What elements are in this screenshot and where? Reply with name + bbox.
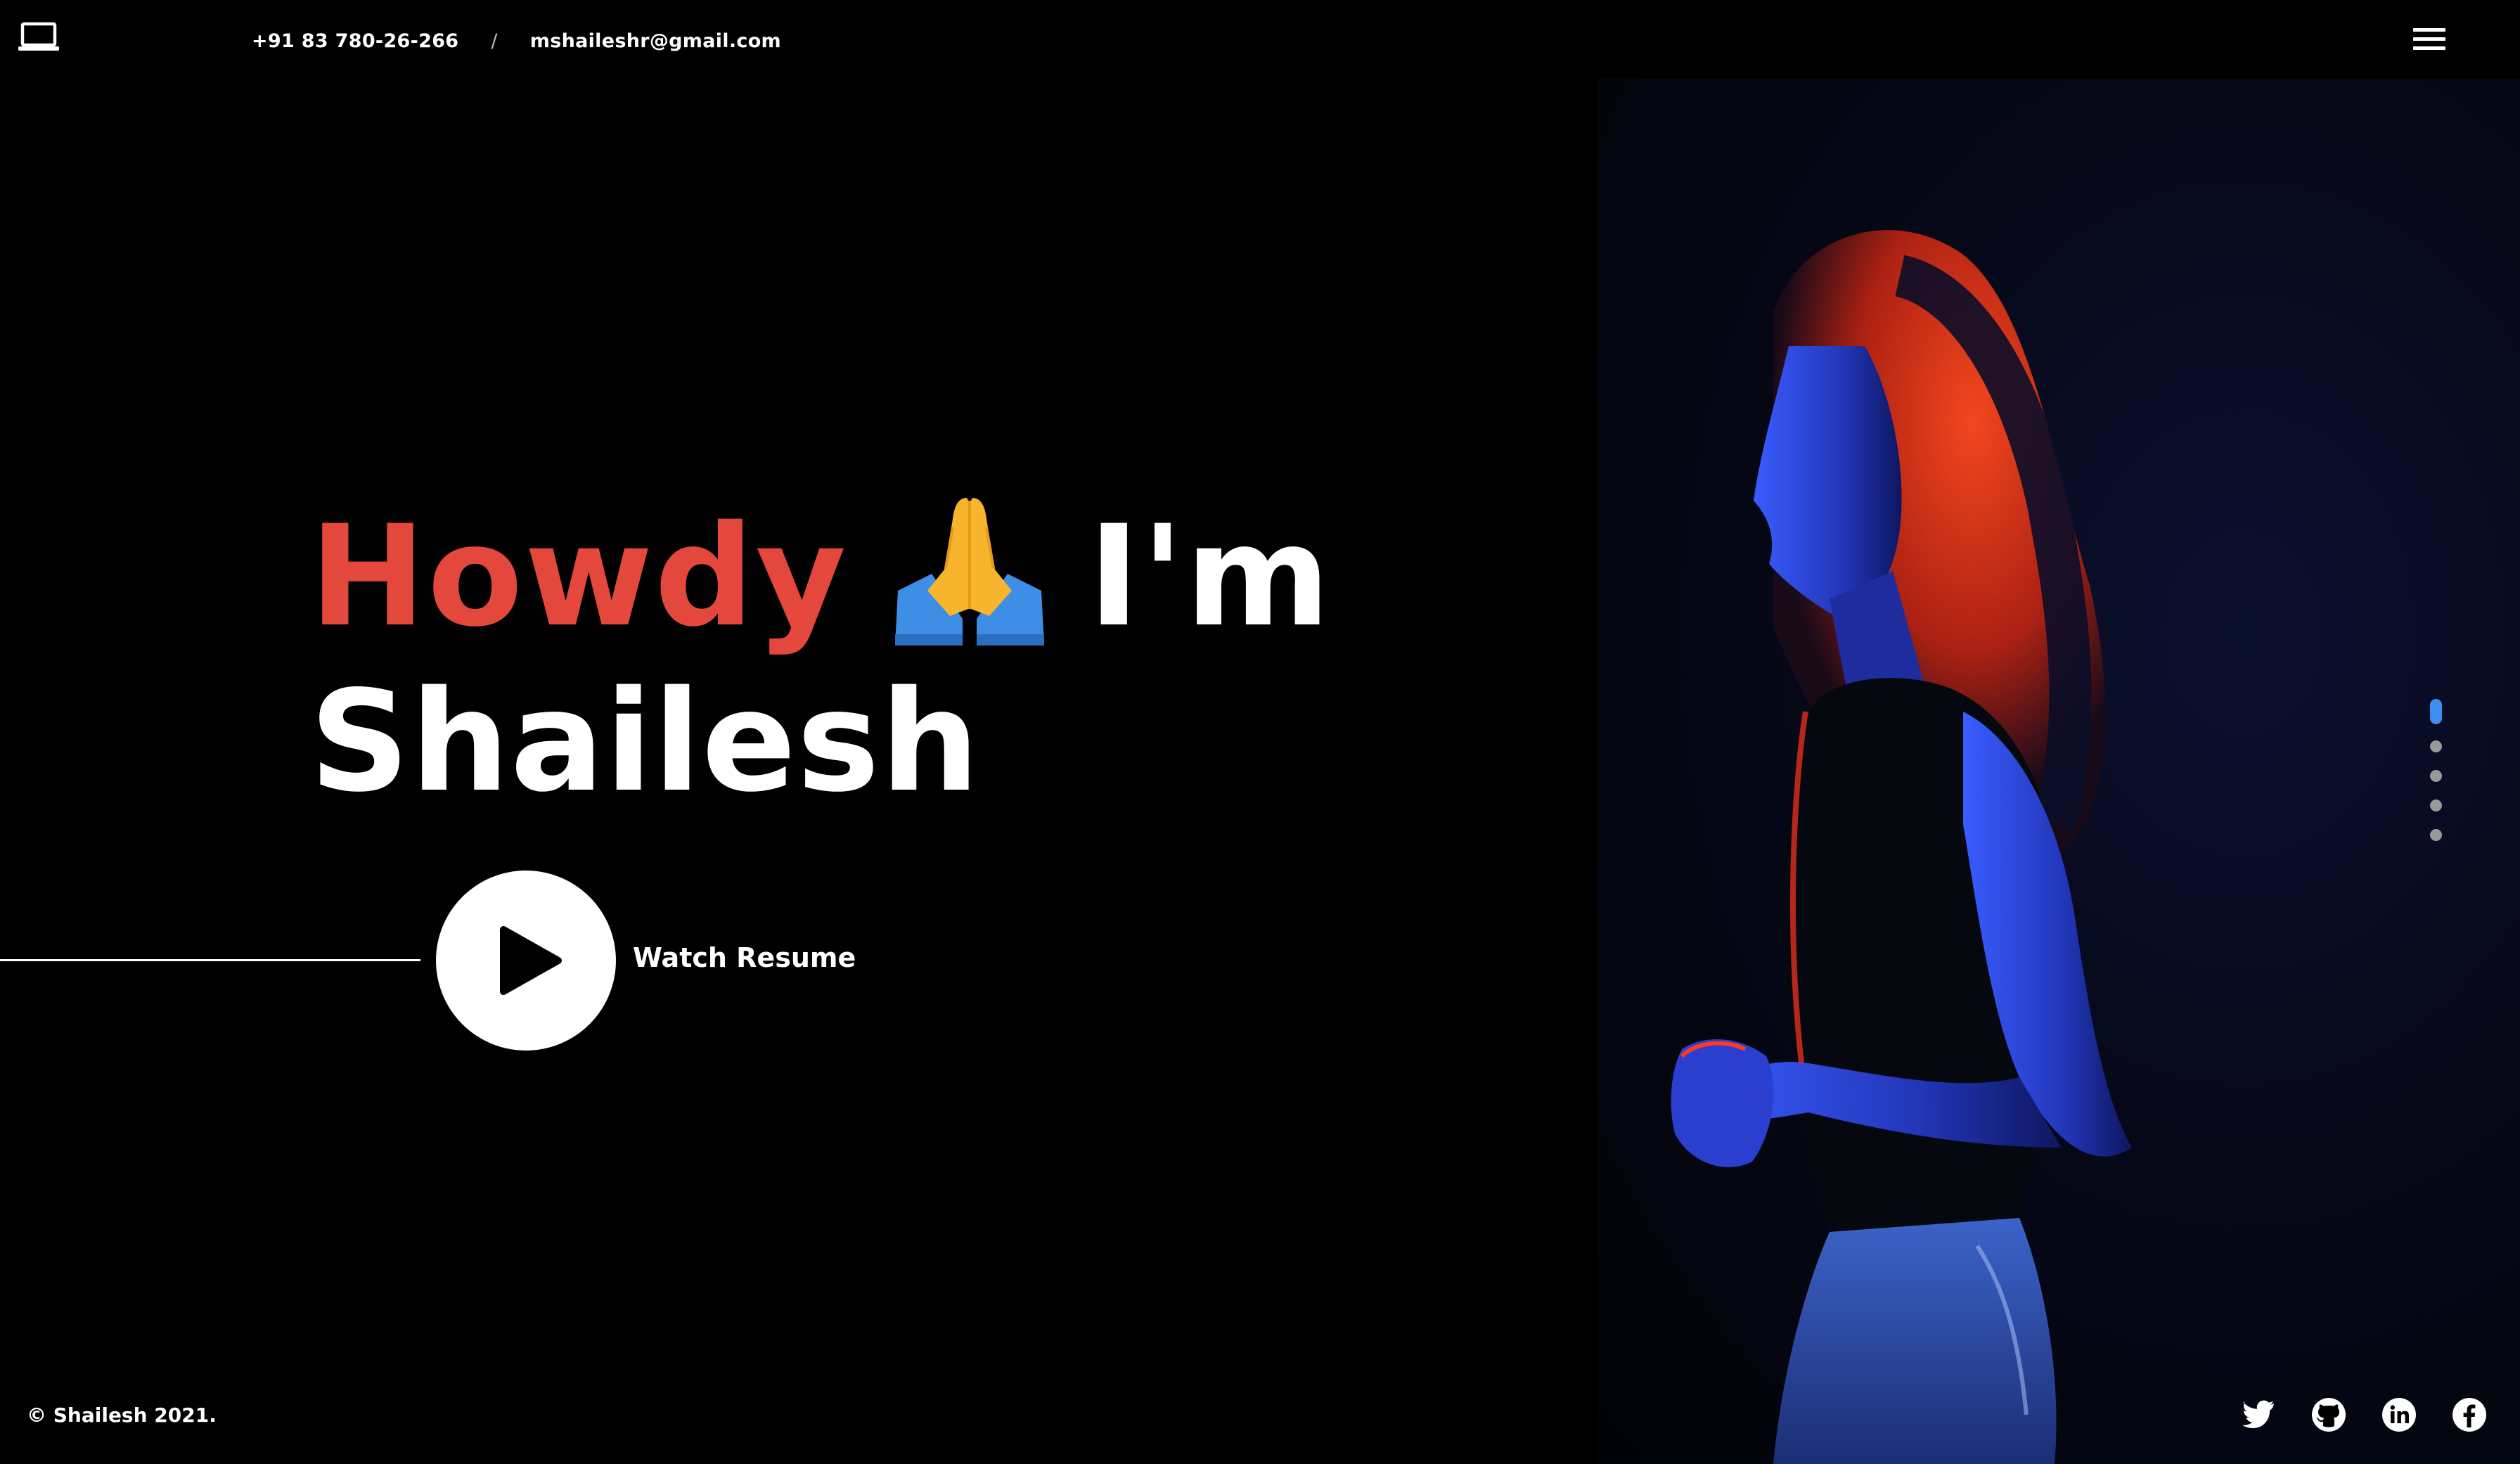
copyright-text: © Shailesh 2021. — [27, 1404, 217, 1427]
hero-photo — [1598, 79, 2520, 1464]
contact-separator: / — [491, 30, 498, 52]
contact-info: +91 83 780-26-266 / mshaileshr@gmail.com — [252, 27, 781, 55]
pagination-dot-3[interactable] — [2429, 770, 2442, 782]
praying-hands-icon — [885, 485, 1054, 647]
menu-bar — [2413, 28, 2445, 32]
hero-name: Shailesh — [309, 660, 981, 823]
menu-bar — [2413, 37, 2445, 41]
hero-greeting: Howdy — [309, 495, 848, 657]
phone-link[interactable]: +91 83 780-26-266 — [252, 30, 458, 52]
play-button[interactable] — [436, 871, 616, 1051]
pagination-dot-1[interactable] — [2429, 699, 2442, 724]
hamburger-menu-icon[interactable] — [2413, 28, 2445, 52]
github-icon[interactable] — [2310, 1396, 2347, 1433]
pagination-dot-5[interactable] — [2429, 829, 2442, 841]
pagination-dot-4[interactable] — [2429, 800, 2442, 811]
slide-pagination — [2427, 699, 2444, 859]
social-links — [2240, 1396, 2488, 1433]
play-icon — [500, 926, 562, 995]
pagination-dot-2[interactable] — [2429, 740, 2442, 752]
watch-resume-label[interactable]: Watch Resume — [633, 942, 856, 973]
linkedin-icon[interactable] — [2381, 1396, 2417, 1433]
hero-heading: Howdy I'm — [309, 485, 1332, 664]
hero-im: I'm — [1088, 495, 1332, 657]
menu-bar — [2413, 46, 2445, 50]
twitter-icon[interactable] — [2240, 1396, 2277, 1433]
page: +91 83 780-26-266 / mshaileshr@gmail.com… — [0, 0, 2520, 1464]
laptop-icon[interactable] — [18, 21, 59, 53]
resume-divider-line — [0, 959, 420, 961]
facebook-icon[interactable] — [2451, 1396, 2488, 1433]
email-link[interactable]: mshaileshr@gmail.com — [530, 30, 781, 52]
